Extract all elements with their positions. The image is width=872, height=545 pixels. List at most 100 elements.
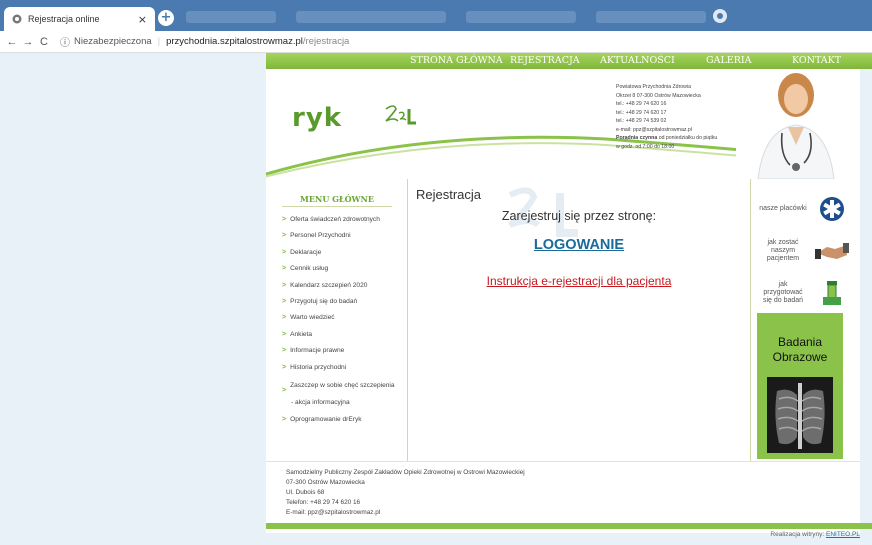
footer-line: Ul. Dubois 68 bbox=[286, 489, 325, 496]
footer-line: Telefon: +48 29 74 620 16 bbox=[286, 499, 361, 506]
hours-line: w godz. od 7:00 do 18:00 bbox=[616, 143, 675, 150]
page-title: Rejestracja bbox=[416, 187, 482, 202]
footer-line: E-mail: ppz@szpitalostrowmaz.pl bbox=[286, 509, 381, 516]
arrow-icon: > bbox=[282, 330, 287, 338]
menu-item-label: Historia przychodni bbox=[290, 363, 347, 371]
arrow-icon: > bbox=[282, 415, 287, 423]
forward-button[interactable]: → bbox=[20, 36, 36, 48]
menu-item-historia[interactable]: > Historia przychodni bbox=[282, 363, 406, 372]
browser-tab-bar: Rejestracja online × + bbox=[0, 0, 872, 31]
menu-item-dreryk[interactable]: > Oprogramowanie drEryk bbox=[282, 415, 406, 424]
rp-link-przygotuj[interactable]: jak przygotować się do badań bbox=[759, 275, 855, 311]
menu-item-label: Oferta świadczeń zdrowotnych bbox=[290, 216, 380, 223]
credits-link[interactable]: ENITEO.PL bbox=[826, 531, 860, 538]
page-background: STRONA GŁÓWNA REJESTRACJA AKTUALNOŚCI GA… bbox=[0, 53, 872, 545]
top-navigation: STRONA GŁÓWNA REJESTRACJA AKTUALNOŚCI GA… bbox=[266, 53, 872, 69]
arrow-icon: > bbox=[282, 363, 287, 371]
contact-line: tel.: +48 29 74 539 02 bbox=[616, 118, 667, 124]
nav-gallery[interactable]: GALERIA bbox=[706, 55, 751, 66]
nav-news[interactable]: AKTUALNOŚCI bbox=[600, 55, 675, 66]
instruction-link[interactable]: Instrukcja e-rejestracji dla pacjenta bbox=[408, 274, 750, 288]
menu-item-zaszczep-sub[interactable]: - akcja informacyjna bbox=[282, 398, 406, 407]
contact-line: tel.: +48 29 74 620 17 bbox=[616, 109, 667, 116]
banner-title-line: Badania bbox=[777, 335, 823, 349]
arrow-icon: > bbox=[282, 297, 287, 305]
background-tab[interactable] bbox=[296, 11, 446, 23]
tab-close-button[interactable]: × bbox=[138, 13, 147, 26]
xray-image bbox=[767, 377, 833, 453]
arrow-icon: > bbox=[282, 232, 287, 240]
rp-link-placowki[interactable]: nasze placówki bbox=[759, 191, 855, 227]
arrow-icon: > bbox=[282, 347, 287, 355]
main-content: Rejestracja Zarejestruj się przez stronę… bbox=[408, 179, 750, 461]
rp-label: jak zostać naszym pacjentem bbox=[766, 239, 800, 262]
page-footer: Samodzielny Publiczny Zespół Zakładów Op… bbox=[266, 461, 860, 531]
address-bar: ← → C ⓘ Niezabezpieczona | przychodnia.s… bbox=[0, 31, 872, 53]
url-host: przychodnia.szpitalostrowmaz.pl bbox=[166, 36, 303, 47]
nav-registration[interactable]: REJESTRACJA bbox=[510, 55, 580, 66]
menu-item-warto[interactable]: > Warto wiedzieć bbox=[282, 313, 406, 322]
doctor-photo bbox=[736, 69, 860, 179]
hours-text: od poniedziałku do piątku bbox=[658, 135, 718, 141]
browser-tab-active[interactable]: Rejestracja online × bbox=[4, 7, 155, 31]
handshake-icon bbox=[815, 243, 849, 259]
register-instruction: Zarejestruj się przez stronę: bbox=[501, 209, 657, 223]
menu-item-label: Warto wiedzieć bbox=[290, 314, 335, 322]
test-tubes-icon bbox=[823, 281, 841, 305]
insecure-label: Niezabezpieczona bbox=[74, 36, 152, 47]
credits-label: Realizacja witryny: bbox=[770, 531, 825, 538]
url-field[interactable]: ⓘ Niezabezpieczona | przychodnia.szpital… bbox=[60, 34, 349, 49]
menu-item-oferta[interactable]: > Oferta świadczeń zdrowotnych bbox=[282, 215, 406, 224]
back-button[interactable]: ← bbox=[4, 36, 20, 48]
arrow-icon: > bbox=[282, 216, 287, 223]
menu-item-label: Cennik usług bbox=[290, 265, 329, 273]
rp-label: jak przygotować się do badań bbox=[762, 281, 804, 304]
browser-extension-icon[interactable] bbox=[712, 8, 728, 24]
star-of-life-icon bbox=[820, 197, 844, 221]
tab-title: Rejestracja online bbox=[28, 14, 100, 24]
background-tab[interactable] bbox=[186, 11, 276, 23]
login-link[interactable]: LOGOWANIE bbox=[408, 237, 750, 253]
szl-logo-icon[interactable] bbox=[382, 101, 418, 131]
hours-label: Poradnia czynna bbox=[616, 135, 658, 141]
menu-item-label: Przygotuj się do badań bbox=[290, 297, 358, 305]
footer-address: Samodzielny Publiczny Zespół Zakładów Op… bbox=[286, 468, 525, 518]
info-icon[interactable]: ⓘ bbox=[60, 34, 70, 49]
menu-item-zaszczep[interactable]: > Zaszczep w sobie chęć szczepienia bbox=[282, 379, 406, 395]
menu-item-informacje[interactable]: > Informacje prawne bbox=[282, 346, 406, 355]
logo-text[interactable]: ryk bbox=[292, 103, 342, 133]
menu-item-personel[interactable]: > Personel Przychodni bbox=[282, 231, 406, 240]
menu-item-deklaracje[interactable]: > Deklaracje bbox=[282, 248, 406, 257]
menu-item-kalendarz[interactable]: > Kalendarz szczepień 2020 bbox=[282, 281, 406, 290]
nav-home[interactable]: STRONA GŁÓWNA bbox=[410, 55, 503, 66]
background-tab[interactable] bbox=[596, 11, 706, 23]
url-separator: | bbox=[157, 36, 161, 47]
arrow-icon: > bbox=[282, 314, 287, 322]
footer-bar bbox=[266, 523, 872, 529]
sidebar-menu: MENU GŁÓWNE > Oferta świadczeń zdrowotnyc… bbox=[266, 179, 408, 461]
menu-item-label: Ankieta bbox=[290, 330, 313, 338]
menu-item-label: Informacje prawne bbox=[290, 347, 345, 355]
menu-item-ankieta[interactable]: > Ankieta bbox=[282, 330, 406, 339]
footer-line: Samodzielny Publiczny Zespół Zakładów Op… bbox=[286, 469, 525, 476]
arrow-icon: > bbox=[282, 248, 287, 256]
chrome-favicon-icon bbox=[12, 14, 22, 24]
menu-item-label: Zaszczep w sobie chęć szczepienia bbox=[290, 381, 395, 389]
contact-line: e-mail: ppz@szpitalostrowmaz.pl bbox=[616, 126, 692, 133]
reload-button[interactable]: C bbox=[36, 36, 52, 48]
menu-item-label: Kalendarz szczepień 2020 bbox=[290, 281, 368, 289]
banner-badania-obrazowe[interactable]: Badania Obrazowe bbox=[757, 313, 843, 459]
menu-list: > Oferta świadczeń zdrowotnych > Personel … bbox=[282, 215, 406, 431]
background-tab[interactable] bbox=[466, 11, 576, 23]
menu-item-label: Deklaracje bbox=[290, 248, 322, 256]
new-tab-button[interactable]: + bbox=[158, 10, 174, 26]
contact-info: Powiatowa Przychodnia Zdrowia Okrzei 8 0… bbox=[616, 83, 717, 151]
banner-title-line: Obrazowe bbox=[772, 350, 828, 364]
menu-item-przygotuj[interactable]: > Przygotuj się do badań bbox=[282, 297, 406, 306]
rp-label: nasze placówki bbox=[759, 205, 807, 212]
menu-item-cennik[interactable]: > Cennik usług bbox=[282, 264, 406, 273]
right-panel: nasze placówki jak zostać naszym pacjent… bbox=[750, 179, 860, 461]
page-header: ryk Powiatowa Przychodnia Zdrowia Okrzei… bbox=[266, 69, 860, 179]
rp-link-pacjent[interactable]: jak zostać naszym pacjentem bbox=[759, 233, 855, 269]
nav-contact[interactable]: KONTAKT bbox=[792, 55, 841, 66]
